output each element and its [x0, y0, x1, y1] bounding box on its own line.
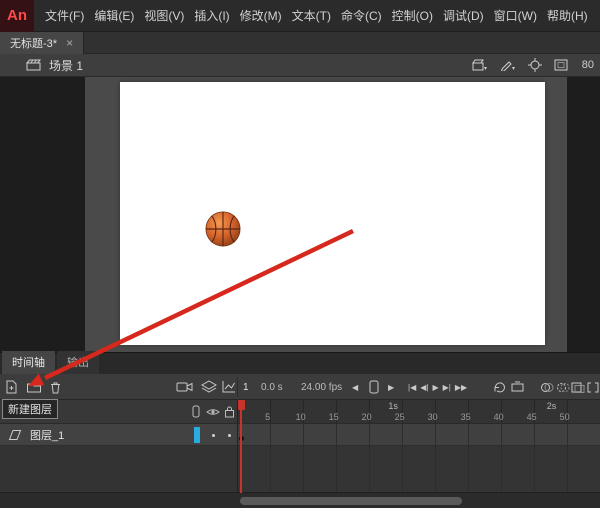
edit-scene-icon[interactable] [472, 59, 488, 71]
ruler-frame-number: 50 [560, 412, 570, 422]
ruler-frame-number: 45 [527, 412, 537, 422]
highlight-column-icon[interactable] [192, 405, 200, 418]
edit-symbol-icon[interactable] [500, 59, 516, 71]
menubar: An 文件(F)编辑(E)视图(V)插入(I)修改(M)文本(T)命令(C)控制… [0, 0, 600, 32]
layer-depth-button[interactable] [201, 378, 217, 396]
new-folder-button[interactable] [26, 378, 42, 396]
transport-controls: |◀ ◀| ▶ ▶| ▶▶ [408, 378, 467, 396]
loop-range-icon[interactable] [510, 378, 525, 396]
timeline-panel: 时间轴输出 1 0.0 s 24.00 fps [0, 352, 600, 508]
layer-color-swatch[interactable] [194, 427, 200, 443]
menu-item[interactable]: 编辑(E) [89, 0, 139, 32]
ruler-frame-number: 40 [494, 412, 504, 422]
new-layer-button[interactable] [4, 378, 19, 396]
show-hide-column-icon[interactable] [206, 407, 220, 417]
layer-visibility-dot[interactable] [212, 434, 215, 437]
menu-item[interactable]: 调试(D) [438, 0, 489, 32]
layer-type-icon [8, 429, 22, 441]
animate-window: An 文件(F)编辑(E)视图(V)插入(I)修改(M)文本(T)命令(C)控制… [0, 0, 600, 508]
timeline-toolbar: 1 0.0 s 24.00 fps ◀ ▶ |◀ ◀| ▶ ▶| ▶▶ [0, 374, 600, 400]
ruler-frame-number: 25 [395, 412, 405, 422]
stage-area [0, 77, 600, 352]
menu-item[interactable]: 插入(I) [189, 0, 234, 32]
timeline-tab[interactable]: 时间轴 [2, 351, 55, 374]
document-tab[interactable]: 无标题-3* × [0, 32, 84, 54]
timeline-ruler[interactable]: 5 10 15 20 25 30 35 40 45 50 1s 2s [238, 400, 600, 424]
tooltip: 新建图层 [2, 399, 58, 419]
playhead-line [240, 400, 242, 493]
onion-outline-icon[interactable] [556, 378, 570, 396]
menu: 文件(F)编辑(E)视图(V)插入(I)修改(M)文本(T)命令(C)控制(O)… [40, 0, 593, 31]
app-logo-text: An [7, 7, 27, 24]
ruler-frame-number: 5 [265, 412, 270, 422]
add-camera-button[interactable] [176, 378, 194, 396]
menu-item[interactable]: 窗口(W) [489, 0, 542, 32]
menu-item[interactable]: 控制(O) [387, 0, 438, 32]
elapsed-time: 0.0 s [261, 378, 283, 396]
frame-rate[interactable]: 24.00 fps [301, 378, 342, 396]
pasteboard-left [0, 77, 85, 352]
playhead-handle[interactable] [238, 400, 245, 410]
menu-item[interactable]: 修改(M) [235, 0, 287, 32]
menu-item[interactable]: 视图(V) [139, 0, 189, 32]
scene-name: 场景 1 [49, 57, 83, 74]
timeline-scrollbar[interactable] [0, 492, 600, 508]
frames-area[interactable]: 5 10 15 20 25 30 35 40 45 50 1s 2s [238, 400, 600, 493]
ruler-frame-number: 10 [296, 412, 306, 422]
layer-lock-dot[interactable] [228, 434, 231, 437]
ruler-frame-number: 15 [329, 412, 339, 422]
transport-button[interactable]: ◀| [420, 383, 428, 392]
ruler-frame-number: 20 [362, 412, 372, 422]
layer-row[interactable]: 图层_1 [0, 424, 237, 446]
basketball-image[interactable] [204, 210, 242, 248]
ruler-frame-number: 35 [461, 412, 471, 422]
menu-item[interactable]: 命令(C) [336, 0, 387, 32]
layer-frames-row[interactable] [238, 424, 600, 446]
loop-playback-icon[interactable] [492, 378, 507, 396]
close-tab-icon[interactable]: × [66, 37, 73, 49]
menu-item[interactable]: 文本(T) [287, 0, 336, 32]
layer-name[interactable]: 图层_1 [30, 427, 64, 443]
onion-skin-icon[interactable] [540, 378, 554, 396]
frame-view-button[interactable] [221, 378, 236, 396]
scene-bar: 场景 1 80 [0, 54, 600, 77]
transport-button[interactable]: |◀ [408, 383, 416, 392]
document-tabbar: 无标题-3* × [0, 32, 600, 54]
ruler-frame-number: 30 [428, 412, 438, 422]
document-title: 无标题-3* [10, 35, 57, 51]
transport-button[interactable]: ▶ [432, 383, 438, 392]
clip-outside-stage-icon[interactable] [554, 59, 568, 71]
stage[interactable] [120, 82, 545, 345]
lock-column-icon[interactable] [224, 405, 235, 418]
ruler-ticks [238, 400, 600, 423]
timeline-panel-tabs: 时间轴输出 [0, 353, 600, 374]
ruler-second-mark: 2s [547, 401, 557, 411]
scene-bar-tools: 80 [472, 58, 594, 72]
next-keyframe-button[interactable]: ▶ [388, 378, 394, 396]
app-logo: An [0, 0, 34, 32]
current-frame-number: 1 [243, 378, 249, 396]
stage-preview-icon[interactable] [369, 378, 379, 396]
zoom-value[interactable]: 80 [582, 59, 594, 71]
menu-item[interactable]: 文件(F) [40, 0, 89, 32]
ruler-second-mark: 1s [388, 401, 398, 411]
center-stage-icon[interactable] [528, 58, 542, 72]
transport-button[interactable]: ▶| [443, 383, 451, 392]
timeline-scrollbar-thumb[interactable] [240, 497, 462, 505]
timeline-tab[interactable]: 输出 [57, 351, 99, 374]
pasteboard-right [567, 77, 600, 352]
transport-button[interactable]: ▶▶ [455, 383, 467, 392]
toolbar-divider [237, 377, 238, 397]
menu-item[interactable]: 帮助(H) [542, 0, 593, 32]
empty-frames-area[interactable] [238, 446, 600, 493]
edit-multiple-frames-icon[interactable] [571, 378, 585, 396]
timeline-body: 图层_1 5 10 15 20 25 30 35 40 45 50 1s 2s [0, 400, 600, 493]
modify-markers-icon[interactable] [586, 378, 600, 396]
delete-layer-button[interactable] [48, 378, 63, 396]
previous-keyframe-button[interactable]: ◀ [352, 378, 358, 396]
scene-clapboard-icon [26, 59, 41, 71]
